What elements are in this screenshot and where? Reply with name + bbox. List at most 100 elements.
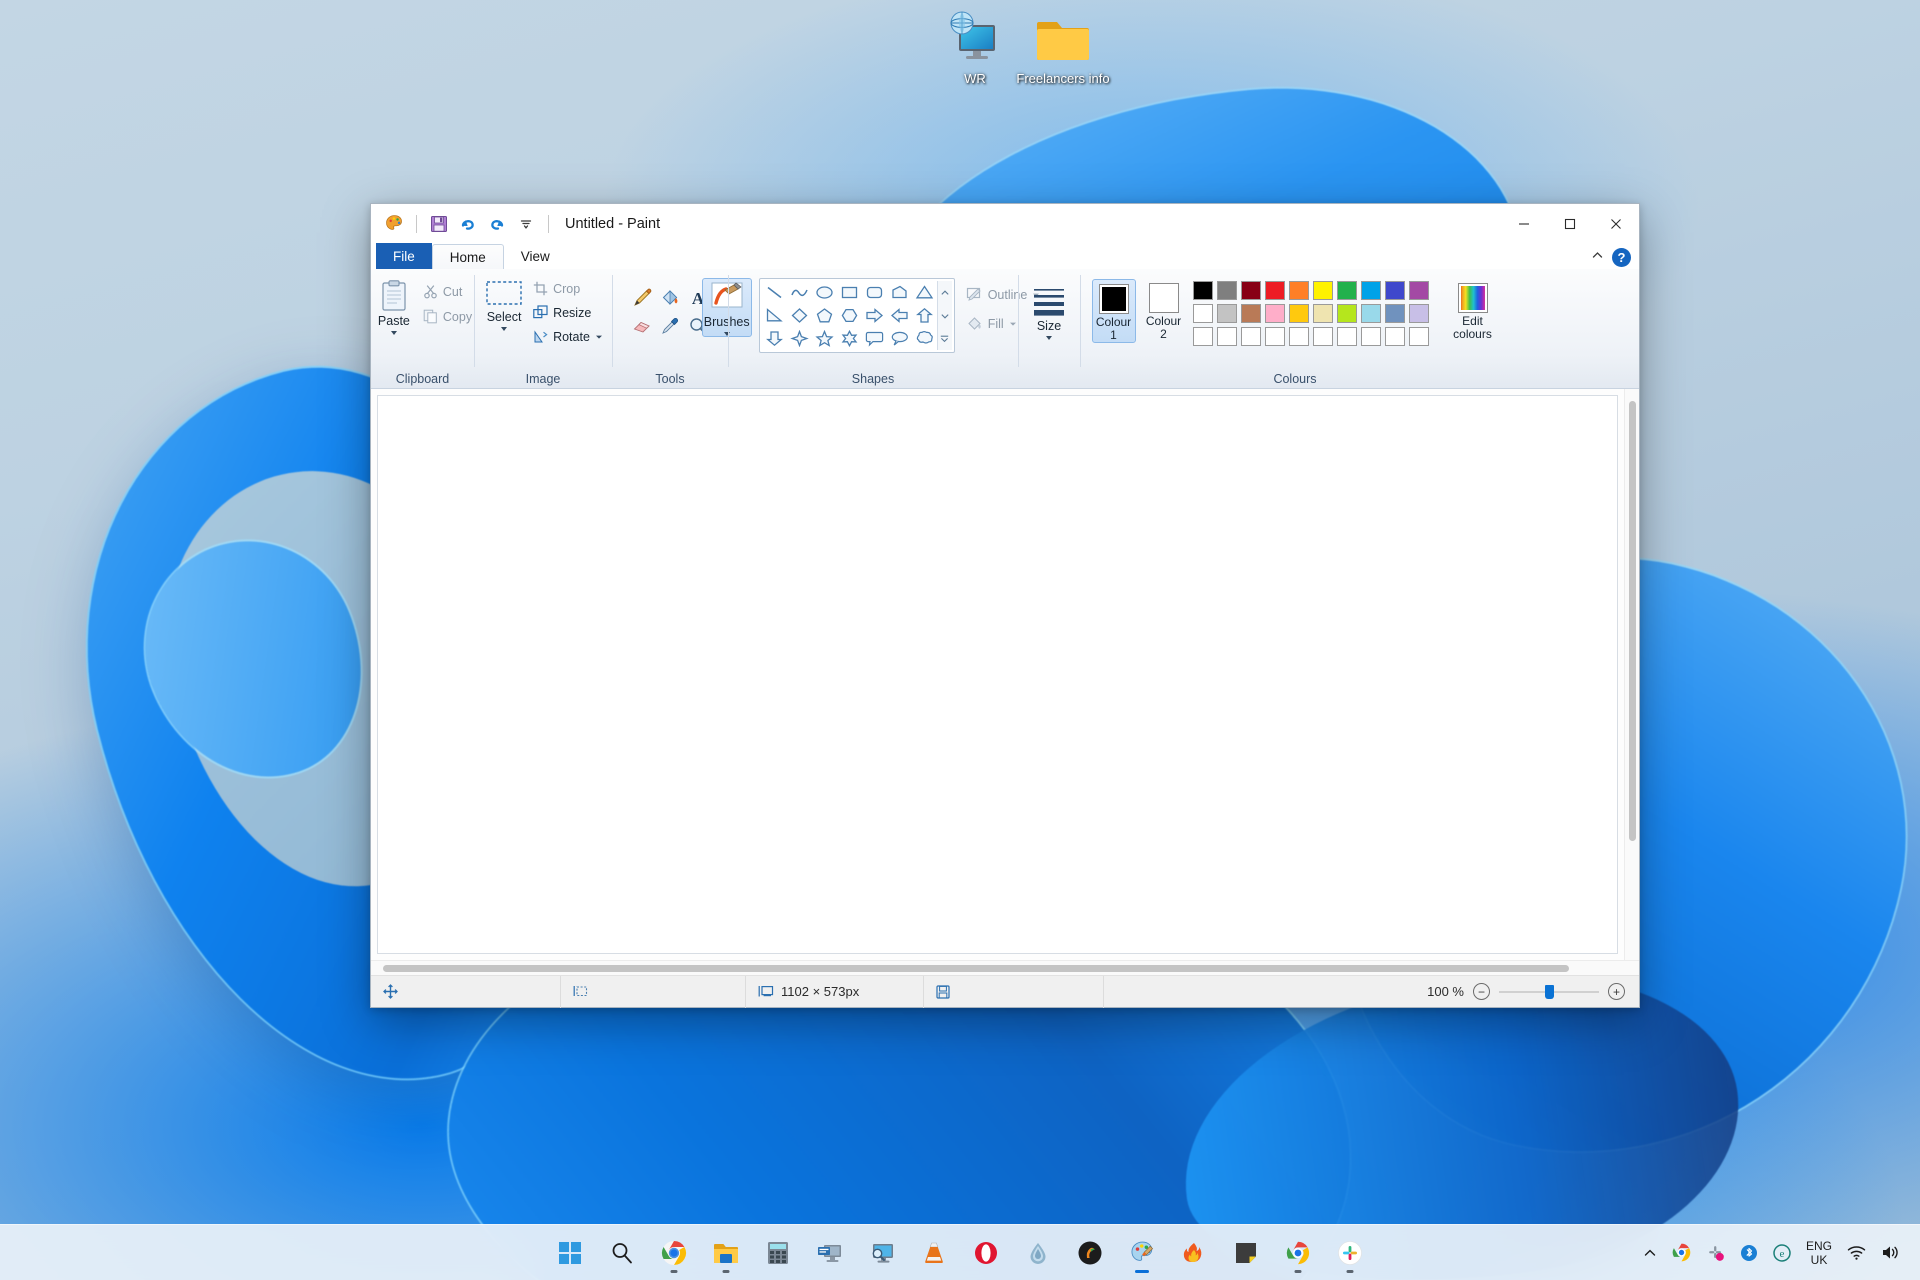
tray-volume-button[interactable] <box>1875 1234 1906 1272</box>
palette-swatch-r2-c1[interactable] <box>1192 304 1213 323</box>
select-button[interactable]: Select <box>479 276 529 331</box>
shape-up-arrow[interactable] <box>912 304 937 327</box>
paint-button[interactable] <box>1120 1231 1164 1275</box>
palette-swatch-r2-c9[interactable] <box>1384 304 1405 323</box>
shape-right-triangle[interactable] <box>762 304 787 327</box>
taskbar-items[interactable] <box>548 1231 1372 1275</box>
select-menu-caret[interactable] <box>501 327 508 331</box>
tray-language-button[interactable]: ENG UK <box>1800 1234 1838 1272</box>
vlc-button[interactable] <box>912 1231 956 1275</box>
palette-swatch-r3-c8[interactable] <box>1360 327 1381 346</box>
tab-view[interactable]: View <box>504 243 567 269</box>
minimize-button[interactable] <box>1501 204 1547 243</box>
fill-with-colour-icon[interactable] <box>657 285 683 311</box>
tray-slack-button[interactable] <box>1700 1234 1731 1272</box>
palette-swatch-r2-c6[interactable] <box>1312 304 1333 323</box>
paste-button[interactable]: Paste <box>369 276 419 335</box>
palette-swatch-r3-c3[interactable] <box>1240 327 1261 346</box>
palette-swatch-r3-c5[interactable] <box>1288 327 1309 346</box>
window-controls[interactable] <box>1501 204 1639 243</box>
colour-2-button[interactable]: Colour 2 <box>1142 279 1186 341</box>
close-button[interactable] <box>1593 204 1639 243</box>
size-button[interactable]: Size <box>1024 283 1074 340</box>
resize-button[interactable]: Resize <box>529 301 607 324</box>
shape-diamond[interactable] <box>787 304 812 327</box>
zoom-slider[interactable] <box>1499 984 1599 999</box>
eraser-icon[interactable] <box>629 313 655 339</box>
canvas-pane[interactable] <box>371 389 1624 960</box>
flame-button[interactable] <box>1172 1231 1216 1275</box>
shape-five-point-star[interactable] <box>812 327 837 350</box>
palette-swatch-r2-c5[interactable] <box>1288 304 1309 323</box>
opera-button[interactable] <box>964 1231 1008 1275</box>
shape-rounded-callout[interactable] <box>862 327 887 350</box>
paint-app-icon[interactable] <box>381 211 407 237</box>
palette-swatch-r1-c9[interactable] <box>1384 281 1405 300</box>
shape-cloud-callout[interactable] <box>912 327 937 350</box>
canvas-vertical-scrollbar[interactable] <box>1624 389 1639 960</box>
paint-canvas[interactable] <box>377 395 1618 954</box>
save-icon[interactable] <box>426 211 452 237</box>
paste-menu-caret[interactable] <box>390 331 397 335</box>
gallery-scroll-down-icon[interactable] <box>938 304 952 327</box>
shape-rounded-rectangle[interactable] <box>862 281 887 304</box>
ribbon[interactable]: Paste Cut Copy Clipboard Select Crop Res… <box>371 269 1639 389</box>
zoom-in-button[interactable]: + <box>1608 983 1625 1000</box>
file-explorer-button[interactable] <box>704 1231 748 1275</box>
size-menu-caret[interactable] <box>1046 336 1052 340</box>
canvas-horizontal-scrollbar[interactable] <box>371 960 1639 975</box>
paint-window[interactable]: Untitled - Paint File Home View ? Paste … <box>370 203 1640 1008</box>
gallery-scroll-up-icon[interactable] <box>938 281 952 304</box>
shape-curve[interactable] <box>787 281 812 304</box>
zoom-slider-thumb[interactable] <box>1545 984 1554 999</box>
palette-swatch-r1-c4[interactable] <box>1264 281 1285 300</box>
palette-swatch-r1-c2[interactable] <box>1216 281 1237 300</box>
system-tray[interactable]: e ENG UK <box>1637 1225 1920 1280</box>
tab-home[interactable]: Home <box>431 244 504 270</box>
shape-four-point-star[interactable] <box>787 327 812 350</box>
colour-palette[interactable] <box>1192 280 1431 348</box>
shape-polygon[interactable] <box>887 281 912 304</box>
chrome-beta-button[interactable] <box>1276 1231 1320 1275</box>
tray-edge-button[interactable]: e <box>1767 1234 1797 1272</box>
palette-swatch-r2-c4[interactable] <box>1264 304 1285 323</box>
desktop-icon-freelancers-info[interactable]: Freelancers info <box>1007 8 1119 87</box>
shape-left-arrow[interactable] <box>887 304 912 327</box>
sticky-notes-button[interactable] <box>1224 1231 1268 1275</box>
shape-oval-callout[interactable] <box>887 327 912 350</box>
palette-swatch-r3-c6[interactable] <box>1312 327 1333 346</box>
palette-swatch-r2-c10[interactable] <box>1408 304 1429 323</box>
tray-bluetooth-button[interactable] <box>1734 1234 1764 1272</box>
palette-swatch-r2-c8[interactable] <box>1360 304 1381 323</box>
tray-network-button[interactable] <box>1841 1234 1872 1272</box>
magnifier-button[interactable] <box>860 1231 904 1275</box>
redo-icon[interactable] <box>484 211 510 237</box>
chrome-button[interactable] <box>652 1231 696 1275</box>
shapes-gallery[interactable] <box>758 278 955 353</box>
cut-button[interactable]: Cut <box>419 280 476 303</box>
remote-desktop-button[interactable] <box>808 1231 852 1275</box>
palette-swatch-r3-c7[interactable] <box>1336 327 1357 346</box>
palette-swatch-r1-c6[interactable] <box>1312 281 1333 300</box>
fl-studio-button[interactable] <box>1068 1231 1112 1275</box>
palette-swatch-r2-c2[interactable] <box>1216 304 1237 323</box>
shape-right-arrow[interactable] <box>862 304 887 327</box>
customize-qat-icon[interactable] <box>513 211 539 237</box>
slack-button[interactable] <box>1328 1231 1372 1275</box>
help-button[interactable]: ? <box>1612 248 1631 267</box>
shape-six-point-star[interactable] <box>837 327 862 350</box>
quick-access-toolbar[interactable] <box>381 211 555 237</box>
shape-triangle[interactable] <box>912 281 937 304</box>
palette-swatch-r3-c9[interactable] <box>1384 327 1405 346</box>
tab-file[interactable]: File <box>376 243 432 269</box>
palette-swatch-r2-c3[interactable] <box>1240 304 1261 323</box>
collapse-ribbon-icon[interactable] <box>1591 249 1604 267</box>
shape-hexagon[interactable] <box>837 304 862 327</box>
palette-swatch-r3-c2[interactable] <box>1216 327 1237 346</box>
palette-swatch-r1-c5[interactable] <box>1288 281 1309 300</box>
calculator-button[interactable] <box>756 1231 800 1275</box>
start-button[interactable] <box>548 1231 592 1275</box>
shape-line[interactable] <box>762 281 787 304</box>
vertical-scroll-thumb[interactable] <box>1629 401 1636 841</box>
show-hidden-icons-button[interactable] <box>1637 1234 1663 1272</box>
